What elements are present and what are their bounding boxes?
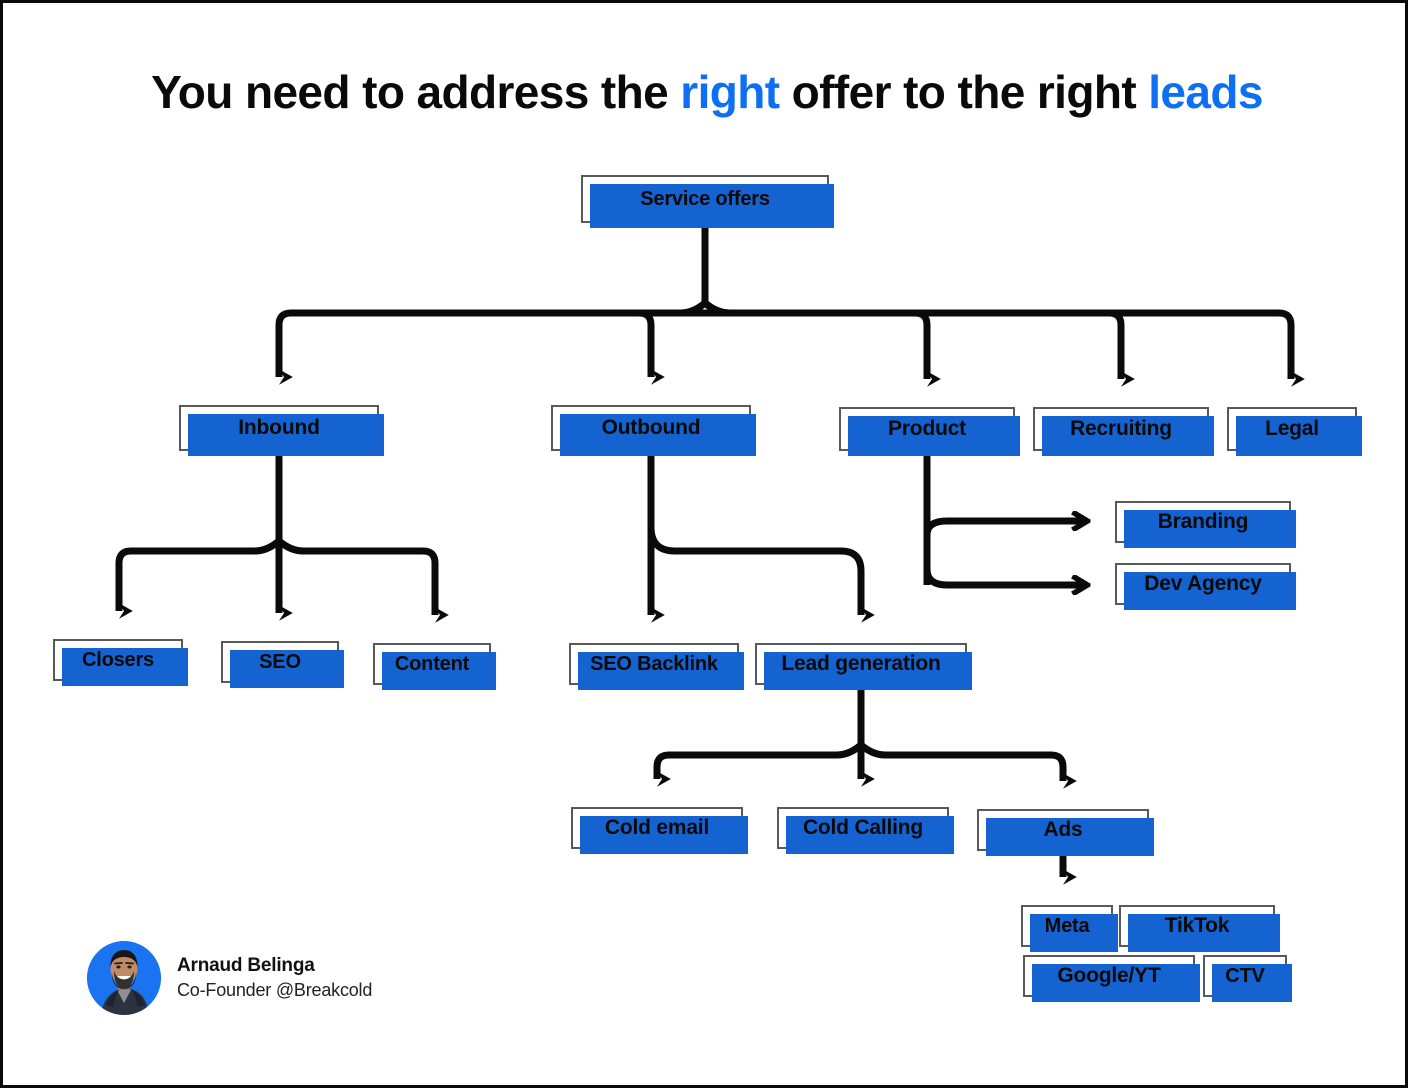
node-tiktok[interactable]: TikTok <box>1119 905 1280 952</box>
avatar <box>87 941 161 1015</box>
edge-outbound-to-lead-generation <box>647 526 875 623</box>
title-part-2: offer to the right <box>779 66 1149 118</box>
edge-root-to-legal <box>729 309 1305 387</box>
edge-root-to-outbound <box>635 300 733 385</box>
edge-root-to-product <box>702 300 941 387</box>
author-name: Arnaud Belinga <box>177 955 315 977</box>
node-cold-email[interactable]: Cold email <box>571 807 748 854</box>
edge-root-to-inbound <box>275 300 708 385</box>
edge-inbound-to-closers <box>115 538 282 619</box>
node-label: Lead generation <box>781 652 941 675</box>
node-google-yt[interactable]: Google/YT <box>1023 955 1200 1002</box>
node-label: Inbound <box>238 416 320 439</box>
node-label: CTV <box>1225 964 1265 987</box>
edge-inbound-to-content <box>276 538 449 623</box>
node-label: Branding <box>1157 510 1249 533</box>
node-label: Cold Calling <box>802 816 924 839</box>
node-ads[interactable]: Ads <box>977 809 1154 856</box>
node-recruiting[interactable]: Recruiting <box>1033 407 1214 456</box>
node-product[interactable]: Product <box>839 407 1020 456</box>
node-label: Dev Agency <box>1144 572 1262 595</box>
node-label: Closers <box>82 648 154 671</box>
page-title: You need to address the right offer to t… <box>3 65 1405 119</box>
title-highlight-right: right <box>680 66 780 118</box>
node-branding[interactable]: Branding <box>1115 501 1296 548</box>
node-seo-backlink[interactable]: SEO Backlink <box>569 643 744 690</box>
title-highlight-leads: leads <box>1148 66 1263 118</box>
node-label: Cold email <box>604 816 710 839</box>
node-label: TikTok <box>1164 914 1230 937</box>
node-label: Ads <box>1043 818 1083 841</box>
node-label: SEO <box>259 650 301 673</box>
node-cold-calling[interactable]: Cold Calling <box>777 807 954 854</box>
node-legal[interactable]: Legal <box>1227 407 1362 456</box>
author-role: Co-Founder @Breakcold <box>177 979 373 1000</box>
edge-leadgen-to-ads <box>858 742 1077 789</box>
edge-product-to-dev-agency <box>923 568 1087 585</box>
title-part-1: You need to address the <box>151 66 681 118</box>
node-label: Recruiting <box>1070 417 1172 440</box>
node-seo[interactable]: SEO <box>221 641 344 688</box>
author-badge: Arnaud Belinga Co-Founder @Breakcold <box>87 941 372 1015</box>
node-lead-generation[interactable]: Lead generation <box>755 643 972 690</box>
node-label: Content <box>394 652 470 675</box>
author-text: Arnaud Belinga Co-Founder @Breakcold <box>177 954 372 1001</box>
edge-leadgen-to-cold-email <box>653 742 864 787</box>
node-dev-agency[interactable]: Dev Agency <box>1115 563 1296 610</box>
slide-canvas: You need to address the right offer to t… <box>0 0 1408 1088</box>
node-label: SEO Backlink <box>590 652 718 675</box>
node-content[interactable]: Content <box>373 643 496 690</box>
node-label: Google/YT <box>1057 964 1161 987</box>
node-label: Service offers <box>640 187 770 210</box>
edge-product-to-branding <box>923 521 1087 536</box>
node-inbound[interactable]: Inbound <box>179 405 384 456</box>
node-outbound[interactable]: Outbound <box>551 405 756 456</box>
node-closers[interactable]: Closers <box>53 639 188 686</box>
node-label: Legal <box>1265 417 1319 440</box>
node-label: Product <box>888 417 966 440</box>
node-label: Outbound <box>601 416 701 439</box>
node-ctv[interactable]: CTV <box>1203 955 1292 1002</box>
edge-root-to-recruiting <box>729 309 1135 387</box>
node-meta[interactable]: Meta <box>1021 905 1118 952</box>
node-label: Meta <box>1044 914 1090 937</box>
node-service-offers[interactable]: Service offers <box>581 175 834 228</box>
avatar-photo-icon <box>87 941 161 1015</box>
